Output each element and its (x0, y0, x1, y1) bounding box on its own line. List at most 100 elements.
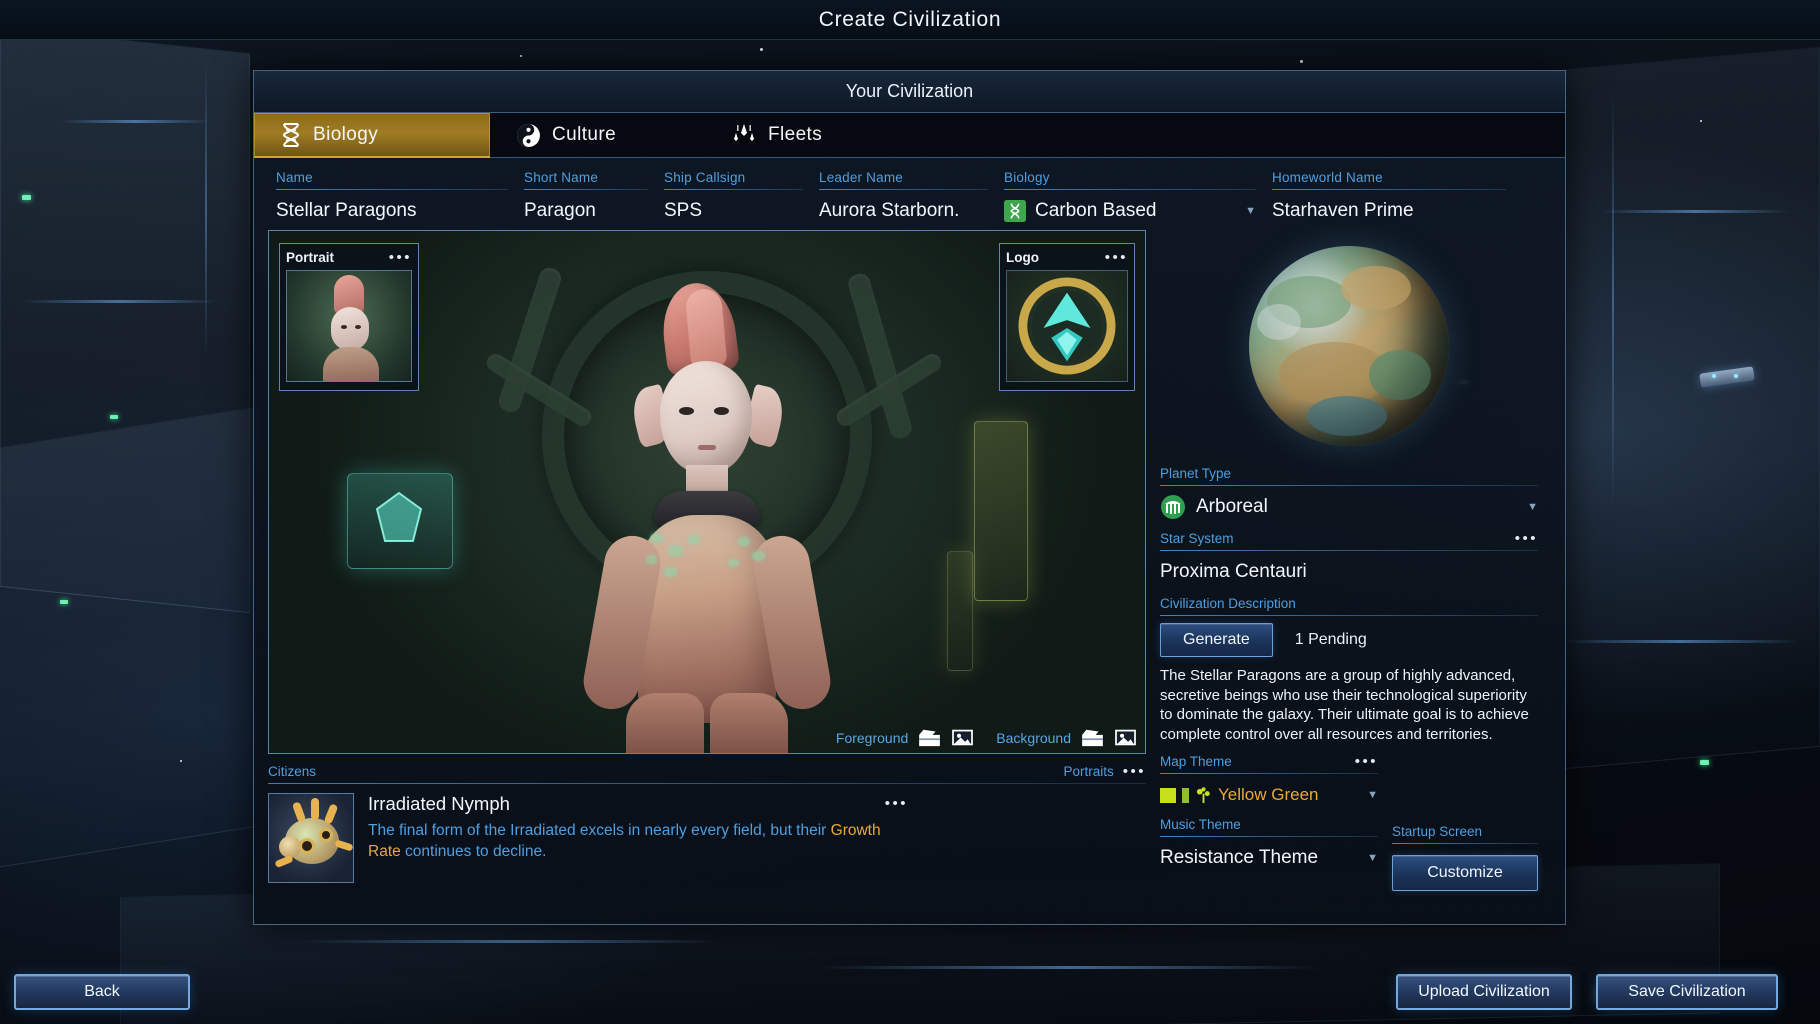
logo-options-button[interactable]: ••• (1105, 250, 1128, 265)
portrait-stage[interactable]: Portrait ••• Logo ••• Foreground Backgro… (268, 230, 1146, 754)
portrait-options-button[interactable]: ••• (389, 250, 412, 265)
portraits-options-button[interactable]: ••• (1123, 764, 1146, 779)
dna-icon (282, 123, 300, 147)
star-system-label: Star System (1160, 531, 1234, 546)
page-title: Create Civilization (818, 7, 1002, 31)
music-theme-label: Music Theme (1160, 817, 1241, 832)
planet-type-field[interactable]: Planet Type Arboreal ▼ (1160, 466, 1538, 521)
field-underline (1160, 615, 1538, 616)
field-homeworld-name[interactable]: Homeworld Name Starhaven Prime (1264, 170, 1514, 224)
field-homeworld-name-value[interactable]: Starhaven Prime (1272, 198, 1506, 224)
hull-panel (0, 406, 260, 874)
chevron-down-icon[interactable]: ▼ (1367, 789, 1378, 801)
field-biology-value-row[interactable]: Carbon Based ▼ (1004, 198, 1256, 224)
citizen-thumbnail[interactable] (268, 793, 354, 883)
tab-fleets[interactable]: Fleets (705, 113, 915, 157)
field-biology[interactable]: Biology Carbon Based ▼ (996, 170, 1264, 224)
planet-globe[interactable] (1249, 246, 1449, 446)
dialog-header: Your Civilization (254, 71, 1565, 113)
clapper-icon[interactable] (918, 728, 941, 747)
star-system-options-button[interactable]: ••• (1515, 531, 1538, 546)
field-biology-label: Biology (1004, 170, 1050, 185)
picture-icon[interactable] (951, 728, 974, 747)
citizen-name-row: Irradiated Nymph ••• (368, 793, 908, 815)
gold-panel-decoration (974, 421, 1028, 601)
field-short-name-value[interactable]: Paragon (524, 198, 648, 224)
layer-toolbar: Foreground Background (836, 728, 1137, 747)
clapper-icon[interactable] (1081, 728, 1104, 747)
citizen-info: Irradiated Nymph ••• The final form of t… (368, 793, 908, 883)
field-name-value[interactable]: Stellar Paragons (276, 198, 508, 224)
civ-description-label: Civilization Description (1160, 596, 1296, 611)
citizen-options-button[interactable]: ••• (885, 796, 908, 811)
startup-screen-label: Startup Screen (1392, 824, 1483, 839)
civilization-emblem-icon (1018, 277, 1116, 375)
tab-culture-label: Culture (552, 124, 617, 145)
color-swatch (1182, 787, 1189, 803)
arboreal-icon (1161, 495, 1185, 519)
field-underline (819, 189, 988, 190)
citizen-row: Irradiated Nymph ••• The final form of t… (268, 793, 1146, 883)
map-theme-value-row[interactable]: Yellow Green ▼ (1160, 781, 1378, 809)
homeworld-preview[interactable] (1160, 230, 1538, 462)
field-underline (1160, 485, 1538, 486)
logo-thumbnail[interactable] (1006, 270, 1128, 382)
star-system-field[interactable]: Star System ••• Proxima Centauri (1160, 531, 1538, 586)
field-ship-callsign-value[interactable]: SPS (664, 198, 803, 224)
field-name[interactable]: Name Stellar Paragons (268, 170, 516, 224)
yin-yang-icon (517, 123, 540, 147)
customize-button[interactable]: Customize (1392, 855, 1538, 891)
generate-row: Generate 1 Pending (1160, 623, 1538, 657)
startup-screen-field: Startup Screen Customize (1392, 754, 1538, 891)
picture-icon[interactable] (1114, 728, 1137, 747)
save-civilization-button[interactable]: Save Civilization (1596, 974, 1778, 1010)
map-theme-label: Map Theme (1160, 754, 1232, 769)
field-underline (1160, 773, 1378, 774)
generate-button[interactable]: Generate (1160, 623, 1273, 657)
map-theme-value: Yellow Green (1218, 785, 1319, 804)
hologram-icon (375, 491, 423, 542)
field-short-name-label: Short Name (524, 170, 599, 185)
map-theme-header: Map Theme ••• (1160, 754, 1378, 770)
field-underline (1160, 836, 1378, 837)
music-theme-value: Resistance Theme (1160, 847, 1319, 868)
dna-icon (1004, 200, 1026, 222)
section-underline (268, 783, 1146, 784)
field-underline (1004, 189, 1256, 190)
field-underline (664, 189, 803, 190)
map-theme-options-button[interactable]: ••• (1355, 754, 1378, 769)
star-system-value[interactable]: Proxima Centauri (1160, 558, 1538, 586)
music-theme-value-row[interactable]: Resistance Theme ▼ (1160, 844, 1378, 872)
foreground-label: Foreground (835, 729, 909, 746)
tab-bar: Biology Culture Fleets (254, 113, 1565, 158)
back-button[interactable]: Back (14, 974, 190, 1010)
portrait-card[interactable]: Portrait ••• (279, 243, 419, 391)
upload-civilization-button[interactable]: Upload Civilization (1396, 974, 1572, 1010)
field-underline (1272, 189, 1506, 190)
field-underline (524, 189, 648, 190)
tab-biology[interactable]: Biology (254, 113, 490, 158)
field-leader-name[interactable]: Leader Name Aurora Starborn. (811, 170, 996, 224)
field-ship-callsign[interactable]: Ship Callsign SPS (656, 170, 811, 224)
chevron-down-icon[interactable]: ▼ (1245, 205, 1256, 217)
chevron-down-icon[interactable]: ▼ (1367, 852, 1378, 864)
field-short-name[interactable]: Short Name Paragon (516, 170, 656, 224)
map-theme-field[interactable]: Map Theme ••• Yellow Green ▼ Music Theme… (1160, 754, 1378, 891)
logo-card-header: Logo ••• (1006, 250, 1128, 266)
star-system-header: Star System ••• (1160, 531, 1538, 547)
portrait-thumbnail[interactable] (286, 270, 412, 382)
field-leader-name-value[interactable]: Aurora Starborn. (819, 198, 988, 224)
citizens-label: Citizens (268, 764, 317, 779)
planet-type-value: Arboreal (1196, 496, 1268, 517)
tab-culture[interactable]: Culture (490, 113, 705, 157)
citizens-section: Citizens Portraits ••• Irradiated Nymph … (268, 764, 1146, 883)
logo-card[interactable]: Logo ••• (999, 243, 1135, 391)
theme-plant-icon (1196, 786, 1210, 803)
tab-biology-label: Biology (313, 124, 379, 145)
planet-type-value-row[interactable]: Arboreal ▼ (1160, 493, 1538, 521)
chevron-down-icon[interactable]: ▼ (1527, 501, 1538, 513)
window-title-bar: Create Civilization (0, 0, 1820, 40)
alien-portrait-artwork (542, 278, 872, 753)
civilization-description-field: Civilization Description Generate 1 Pend… (1160, 596, 1538, 744)
logo-card-title: Logo (1006, 250, 1039, 265)
